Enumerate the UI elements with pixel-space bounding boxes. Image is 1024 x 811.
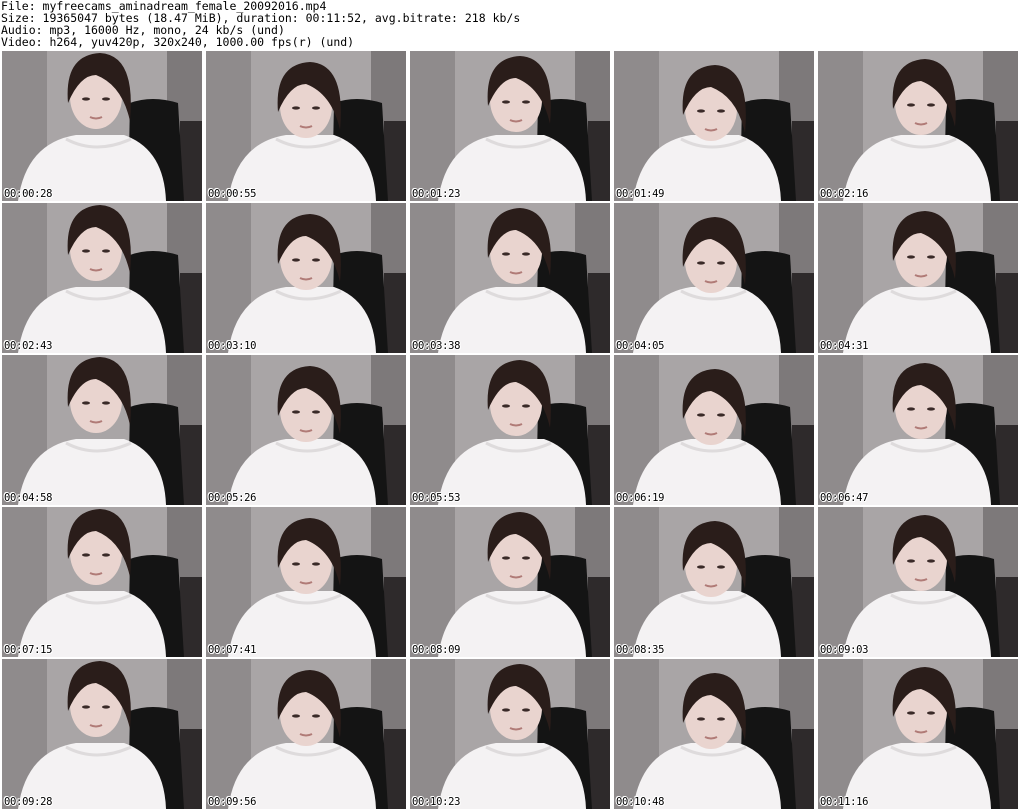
video-info-line: Video: h264, yuv420p, 320x240, 1000.00 f… bbox=[1, 35, 355, 49]
thumbnail-timestamp: 00:09:03 bbox=[820, 644, 869, 656]
webcam-frame-image bbox=[818, 355, 1018, 505]
thumbnail-frame: 00:06:19 bbox=[614, 355, 814, 505]
thumbnail-frame: 00:07:41 bbox=[206, 507, 406, 657]
thumbnail-timestamp: 00:04:58 bbox=[4, 492, 53, 504]
thumbnail-timestamp: 00:10:48 bbox=[616, 796, 665, 808]
thumbnail-timestamp: 00:00:28 bbox=[4, 188, 53, 200]
thumbnail-frame: 00:02:43 bbox=[2, 203, 202, 353]
thumbnail-frame: 00:03:10 bbox=[206, 203, 406, 353]
webcam-frame-image bbox=[818, 51, 1018, 201]
thumbnail-frame: 00:05:26 bbox=[206, 355, 406, 505]
thumbnail-timestamp: 00:01:49 bbox=[616, 188, 665, 200]
webcam-frame-image bbox=[206, 203, 406, 353]
thumbnail-frame: 00:10:23 bbox=[410, 659, 610, 809]
thumbnail-frame: 00:05:53 bbox=[410, 355, 610, 505]
webcam-frame-image bbox=[2, 51, 202, 201]
webcam-frame-image bbox=[818, 659, 1018, 809]
thumbnail-frame: 00:07:15 bbox=[2, 507, 202, 657]
thumbnail-timestamp: 00:02:43 bbox=[4, 340, 53, 352]
thumbnail-timestamp: 00:03:38 bbox=[412, 340, 461, 352]
thumbnail-timestamp: 00:04:31 bbox=[820, 340, 869, 352]
thumbnail-frame: 00:02:16 bbox=[818, 51, 1018, 201]
webcam-frame-image bbox=[614, 507, 814, 657]
webcam-frame-image bbox=[614, 659, 814, 809]
thumbnail-frame: 00:01:49 bbox=[614, 51, 814, 201]
webcam-frame-image bbox=[614, 355, 814, 505]
thumbnail-frame: 00:10:48 bbox=[614, 659, 814, 809]
media-info-header: File: myfreecams_aminadream_female_20092… bbox=[0, 0, 1024, 50]
thumbnail-frame: 00:04:05 bbox=[614, 203, 814, 353]
webcam-frame-image bbox=[2, 355, 202, 505]
webcam-frame-image bbox=[614, 203, 814, 353]
thumbnail-timestamp: 00:07:15 bbox=[4, 644, 53, 656]
thumbnail-frame: 00:08:09 bbox=[410, 507, 610, 657]
thumbnail-frame: 00:04:58 bbox=[2, 355, 202, 505]
thumbnail-timestamp: 00:09:56 bbox=[208, 796, 257, 808]
thumbnail-frame: 00:11:16 bbox=[818, 659, 1018, 809]
webcam-frame-image bbox=[2, 507, 202, 657]
thumbnail-frame: 00:09:56 bbox=[206, 659, 406, 809]
thumbnail-timestamp: 00:04:05 bbox=[616, 340, 665, 352]
webcam-frame-image bbox=[2, 203, 202, 353]
thumbnail-frame: 00:00:28 bbox=[2, 51, 202, 201]
thumbnail-timestamp: 00:05:26 bbox=[208, 492, 257, 504]
webcam-frame-image bbox=[614, 51, 814, 201]
thumbnail-timestamp: 00:03:10 bbox=[208, 340, 257, 352]
thumbnail-timestamp: 00:10:23 bbox=[412, 796, 461, 808]
thumbnail-frame: 00:00:55 bbox=[206, 51, 406, 201]
thumbnail-frame: 00:09:28 bbox=[2, 659, 202, 809]
thumbnail-timestamp: 00:05:53 bbox=[412, 492, 461, 504]
webcam-frame-image bbox=[410, 659, 610, 809]
thumbnail-timestamp: 00:08:09 bbox=[412, 644, 461, 656]
webcam-frame-image bbox=[206, 507, 406, 657]
webcam-frame-image bbox=[206, 659, 406, 809]
thumbnail-timestamp: 00:09:28 bbox=[4, 796, 53, 808]
webcam-frame-image bbox=[818, 507, 1018, 657]
webcam-frame-image bbox=[206, 51, 406, 201]
webcam-frame-image bbox=[410, 507, 610, 657]
thumbnail-frame: 00:01:23 bbox=[410, 51, 610, 201]
thumbnail-timestamp: 00:06:19 bbox=[616, 492, 665, 504]
thumbnail-frame: 00:09:03 bbox=[818, 507, 1018, 657]
thumbnail-timestamp: 00:07:41 bbox=[208, 644, 257, 656]
thumbnail-timestamp: 00:08:35 bbox=[616, 644, 665, 656]
webcam-frame-image bbox=[206, 355, 406, 505]
thumbnail-frame: 00:04:31 bbox=[818, 203, 1018, 353]
thumbnail-timestamp: 00:02:16 bbox=[820, 188, 869, 200]
webcam-frame-image bbox=[2, 659, 202, 809]
thumbnail-grid: 00:00:28 00:00:55 00:01:23 00:01:49 00:02:16… bbox=[2, 51, 1022, 809]
thumbnail-timestamp: 00:00:55 bbox=[208, 188, 257, 200]
thumbnail-timestamp: 00:06:47 bbox=[820, 492, 869, 504]
webcam-frame-image bbox=[410, 51, 610, 201]
webcam-frame-image bbox=[818, 203, 1018, 353]
thumbnail-timestamp: 00:11:16 bbox=[820, 796, 869, 808]
thumbnail-frame: 00:08:35 bbox=[614, 507, 814, 657]
thumbnail-timestamp: 00:01:23 bbox=[412, 188, 461, 200]
webcam-frame-image bbox=[410, 203, 610, 353]
webcam-frame-image bbox=[410, 355, 610, 505]
thumbnail-frame: 00:03:38 bbox=[410, 203, 610, 353]
thumbnail-frame: 00:06:47 bbox=[818, 355, 1018, 505]
